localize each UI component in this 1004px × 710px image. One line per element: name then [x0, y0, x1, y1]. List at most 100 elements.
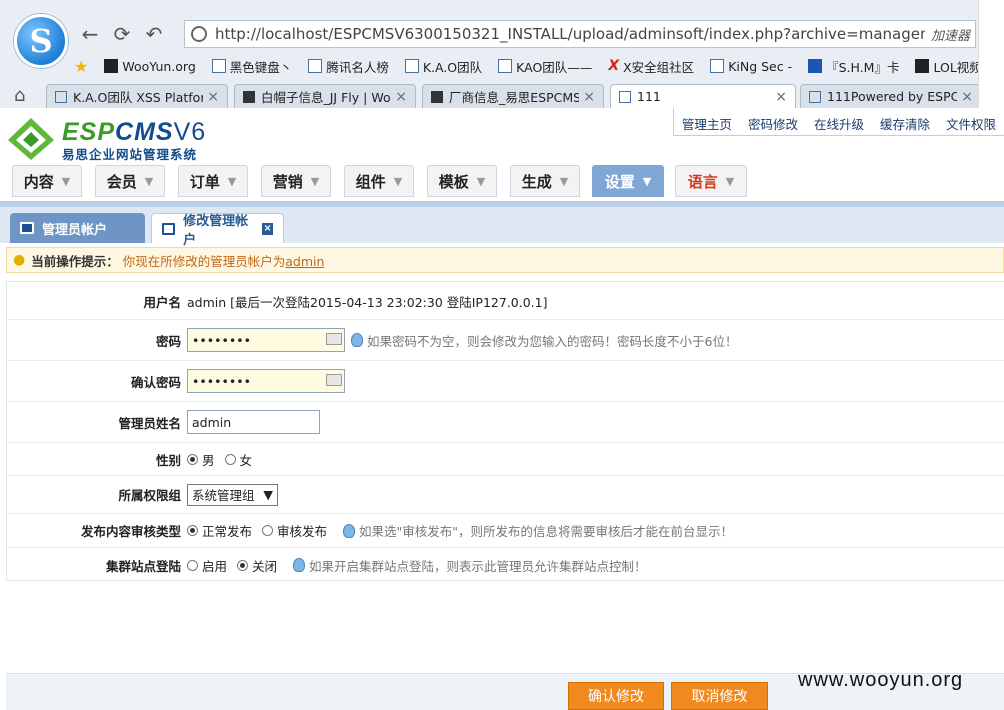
home-icon[interactable]: ⌂ [14, 85, 25, 106]
keyboard-icon[interactable] [326, 333, 342, 345]
browser-tab[interactable]: 白帽子信息_JJ Fly | Woo × [234, 84, 416, 108]
refresh-icon[interactable]: ⟳ [110, 22, 134, 46]
logo-subtitle: 易思企业网站管理系统 [62, 147, 198, 162]
bookmark-item[interactable]: X X安全组社区 [602, 57, 700, 76]
tab-admin-accounts[interactable]: 管理员帐户 [10, 213, 145, 243]
bookmark-item[interactable]: 腾讯名人榜 [302, 57, 395, 76]
close-tab-icon[interactable]: × [262, 222, 273, 235]
link-online-upgrade[interactable]: 在线升级 [806, 108, 872, 135]
menu-templates[interactable]: 模板 ▼ [427, 165, 497, 197]
menu-settings[interactable]: 设置 ▼ [592, 165, 664, 197]
confirm-password-input[interactable]: •••••••• [187, 369, 345, 393]
keyboard-icon[interactable] [326, 374, 342, 386]
menu-orders[interactable]: 订单 ▼ [178, 165, 248, 197]
browser-tab-active[interactable]: 111 × [610, 84, 796, 108]
menu-language[interactable]: 语言 ▼ [675, 165, 747, 197]
link-admin-home[interactable]: 管理主页 [674, 108, 740, 135]
site-info-icon[interactable] [191, 26, 207, 42]
shield-icon [308, 59, 323, 73]
chevron-down-icon: ▼ [642, 174, 652, 188]
link-change-password[interactable]: 密码修改 [740, 108, 806, 135]
page-icon [710, 59, 725, 73]
menu-marketing[interactable]: 营销 ▼ [261, 165, 331, 197]
page-icon [809, 90, 821, 103]
menu-content[interactable]: 内容 ▼ [12, 165, 82, 197]
review-normal-option[interactable]: 正常发布 [187, 521, 252, 540]
gender-female-option[interactable]: 女 [224, 450, 252, 469]
password-input[interactable]: •••••••• [187, 328, 345, 352]
radio-female[interactable] [224, 453, 236, 465]
close-icon[interactable]: × [775, 89, 787, 105]
radio-normal[interactable] [187, 525, 198, 536]
link-file-permissions[interactable]: 文件权限 [938, 108, 1004, 135]
permission-group-select[interactable]: 系统管理组 ▼ [187, 483, 278, 506]
address-bar[interactable]: http://localhost/ESPCMSV6300150321_INSTA… [184, 20, 976, 48]
chevron-down-icon: ▼ [310, 174, 320, 188]
radio-disable[interactable] [237, 559, 249, 571]
permission-group-label: 所属权限组 [118, 488, 181, 503]
cluster-enable-option[interactable]: 启用 [187, 556, 227, 575]
hint-bulb-icon [293, 558, 306, 572]
page-icon [211, 59, 226, 73]
operation-tip: ● 当前操作提示： 你现在所修改的管理员帐户为admin [6, 247, 1004, 273]
bookmark-item[interactable]: KAO团队—— [492, 57, 598, 76]
bookmarks-bar: ★ WooYun.org 黑色键盘丶 腾讯名人榜 K.A.O团队 KAO团队——… [74, 54, 1004, 78]
browser-tab[interactable]: 111Powered by ESPCM × [800, 84, 982, 108]
link-clear-cache[interactable]: 缓存清除 [872, 108, 938, 135]
tip-text: 你现在所修改的管理员帐户为admin [122, 253, 325, 269]
confirm-button[interactable]: 确认修改 [568, 682, 664, 710]
row-confirm-password: 确认密码 •••••••• [7, 361, 1004, 402]
cluster-login-label: 集群站点登陆 [105, 558, 181, 574]
main-menu: 内容 ▼ 会员 ▼ 订单 ▼ 营销 ▼ 组件 ▼ 模板 ▼ 生成 ▼ 设置 ▼ 语言 ▼ [0, 163, 1004, 201]
cluster-disable-option[interactable]: 关闭 [237, 556, 277, 575]
radio-audit[interactable] [262, 525, 274, 536]
menu-components[interactable]: 组件 ▼ [344, 165, 414, 197]
radio-male[interactable] [187, 453, 198, 465]
hint-bulb-icon [351, 333, 363, 347]
admin-name-input[interactable]: admin [187, 410, 320, 434]
lol-icon [915, 59, 930, 73]
favorites-star-icon[interactable]: ★ [74, 57, 88, 76]
tip-admin-link[interactable]: admin [285, 254, 324, 269]
review-audit-option[interactable]: 审核发布 [262, 521, 327, 540]
page-icon [431, 90, 443, 103]
bookmark-item[interactable]: K.A.O团队 [399, 57, 488, 76]
admin-name-label: 管理员姓名 [118, 415, 181, 431]
sub-tabs: 管理员帐户 修改管理帐户 × [0, 201, 1004, 248]
close-icon[interactable]: × [395, 89, 407, 105]
bookmark-item[interactable]: WooYun.org [98, 59, 201, 74]
row-password: 密码 •••••••• 如果密码不为空，则会修改为您输入的密码！密码长度不小于6… [7, 320, 1004, 361]
url-text[interactable]: http://localhost/ESPCMSV6300150321_INSTA… [215, 25, 925, 43]
chevron-down-icon: ▼ [559, 174, 569, 188]
page-icon [498, 59, 513, 73]
menu-members[interactable]: 会员 ▼ [95, 165, 165, 197]
undo-icon[interactable]: ↶ [142, 22, 166, 46]
radio-enable[interactable] [187, 559, 198, 571]
bookmark-item[interactable]: 『S.H.M』卡 [802, 57, 905, 76]
back-icon[interactable]: ← [78, 22, 102, 46]
browser-logo-icon[interactable]: S [14, 14, 68, 68]
close-icon[interactable]: × [207, 89, 219, 105]
row-cluster-login: 集群站点登陆 启用 关闭 如果开启集群站点登陆，则表示此管理员允许集群站点控制！ [7, 548, 1004, 582]
cancel-button[interactable]: 取消修改 [671, 682, 768, 710]
browser-tab[interactable]: 厂商信息_易思ESPCMS企 × [422, 84, 604, 108]
gender-male-option[interactable]: 男 [187, 450, 215, 469]
close-icon[interactable]: × [961, 89, 973, 105]
bookmark-item[interactable]: KiNg Sec - [704, 59, 798, 74]
x-icon: X [608, 58, 620, 74]
tab-edit-admin-account[interactable]: 修改管理帐户 × [151, 213, 284, 248]
chevron-down-icon: ▼ [227, 174, 237, 188]
review-hint: 如果选"审核发布"，则所发布的信息将需要审核后才能在前台显示！ [343, 521, 733, 540]
close-icon[interactable]: × [583, 89, 595, 105]
browser-tab[interactable]: K.A.O团队 XSS Platforn × [46, 84, 228, 108]
chevron-down-icon: ▼ [725, 174, 735, 188]
browser-chrome: S ← ⟳ ↶ http://localhost/ESPCMSV63001503… [0, 0, 1004, 108]
menu-generate[interactable]: 生成 ▼ [510, 165, 580, 197]
cms-header: ESPCMSV6 易思企业网站管理系统 管理主页 密码修改 在线升级 缓存清除 … [0, 108, 1004, 163]
password-hint: 如果密码不为空，则会修改为您输入的密码！密码长度不小于6位！ [351, 331, 737, 350]
accelerator-button[interactable]: 加速器 [931, 25, 970, 44]
password-label: 密码 [155, 333, 181, 349]
gender-label: 性别 [155, 452, 181, 468]
tip-label: 当前操作提示： [31, 253, 119, 269]
bookmark-item[interactable]: 黑色键盘丶 [206, 57, 299, 76]
